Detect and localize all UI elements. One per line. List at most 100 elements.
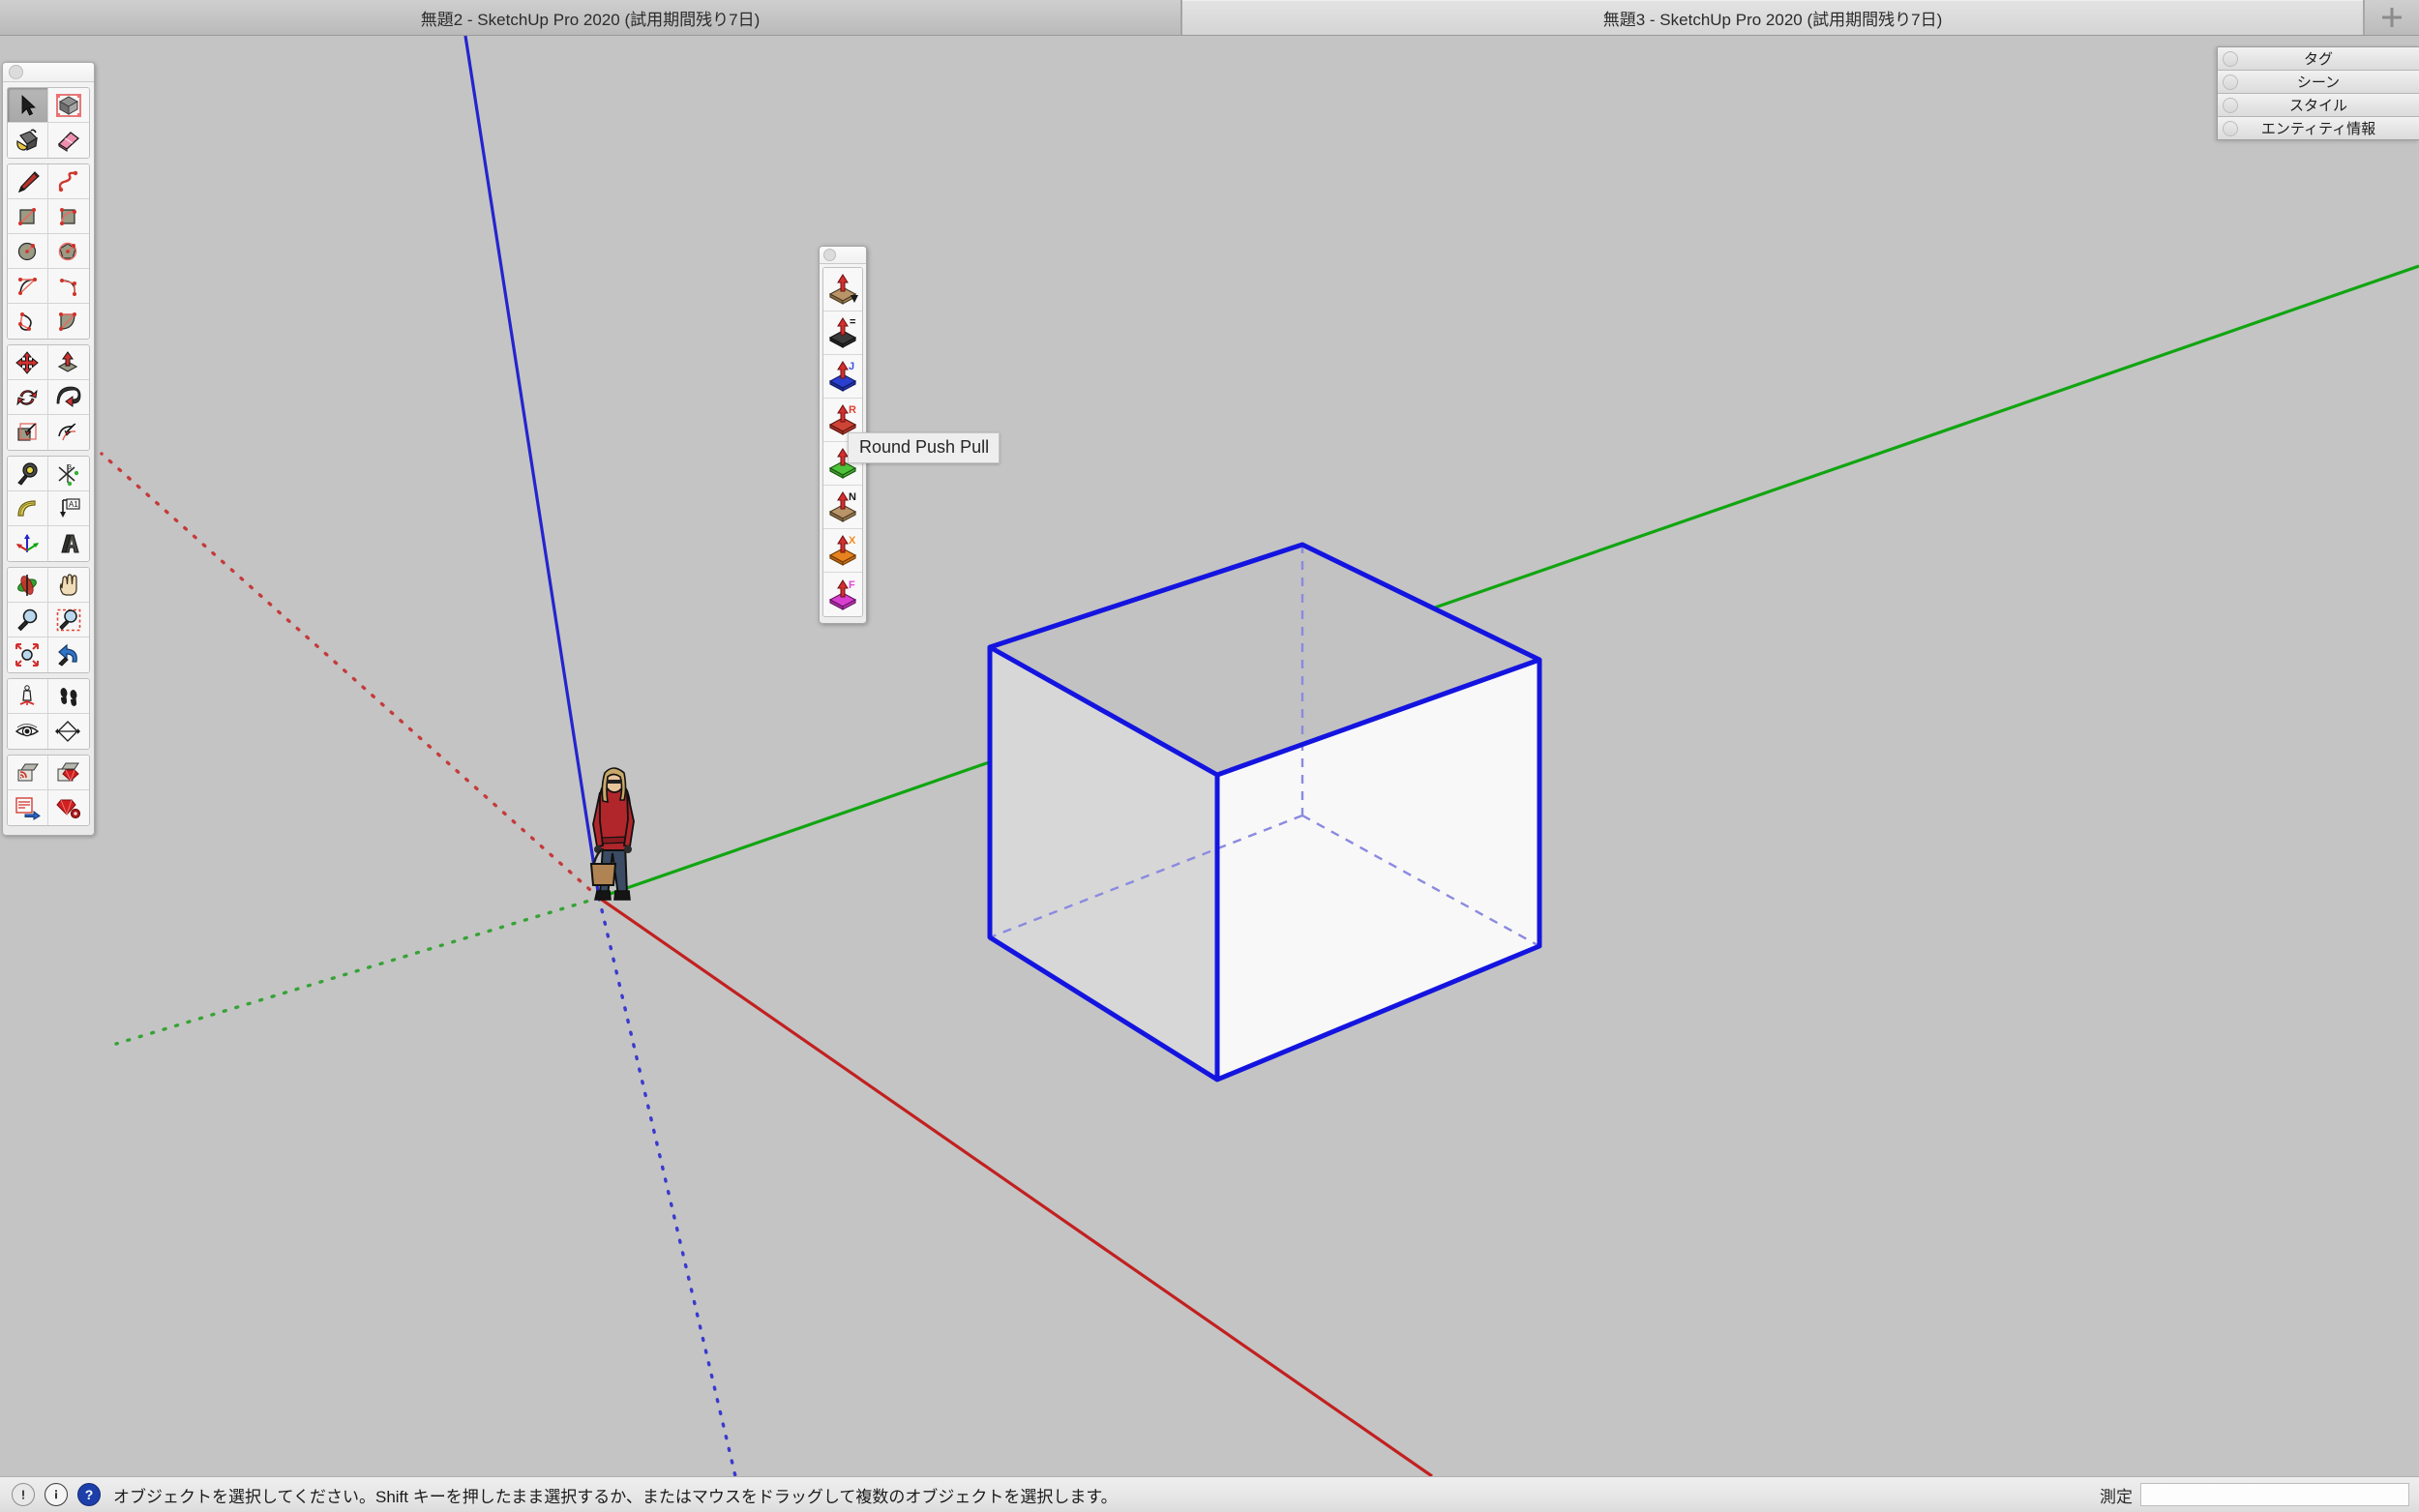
- tool-scale[interactable]: [8, 415, 49, 450]
- rotate-icon: [15, 389, 38, 405]
- toolbar-group-modification: [7, 344, 90, 451]
- jpp-round-icon: R: [828, 404, 857, 435]
- default-tray[interactable]: タグ シーン スタイル エンティティ情報: [2217, 46, 2419, 140]
- tool-rotate[interactable]: [8, 380, 49, 415]
- status-message: オブジェクトを選択してください。Shift キーを押したまま選択するか、またはマ…: [113, 1487, 1118, 1506]
- tool-3d-text[interactable]: [48, 526, 89, 561]
- jpp-extrude-button[interactable]: =: [823, 311, 862, 355]
- jpp-normal-icon: N: [828, 491, 857, 522]
- toolbar-group-construction: 3 A1: [7, 456, 90, 562]
- tool-ruby-extension[interactable]: [48, 756, 89, 790]
- tool-follow-me[interactable]: [48, 380, 89, 415]
- window-tab-1[interactable]: 無題2 - SketchUp Pro 2020 (試用期間残り7日): [0, 0, 1180, 35]
- axes-cross-icon: 3: [58, 463, 79, 486]
- tool-axes[interactable]: [8, 526, 49, 561]
- zoom-window-icon: [56, 608, 81, 631]
- jpp-normal-button[interactable]: N: [823, 486, 862, 529]
- jpp-follow-button[interactable]: F: [823, 573, 862, 616]
- tool-make-component[interactable]: [48, 88, 89, 123]
- tray-panel-scenes-label: シーン: [2296, 74, 2341, 91]
- jpp-toolbar-grip-handle[interactable]: [820, 247, 866, 264]
- jpp-interactive-icon: [828, 274, 858, 305]
- tool-circle[interactable]: [8, 234, 49, 269]
- toolbar-grip-handle[interactable]: [3, 63, 94, 82]
- jpp-interactive-button[interactable]: [823, 268, 862, 311]
- tool-two-point-arc[interactable]: [48, 269, 89, 304]
- info-circle-icon[interactable]: [45, 1483, 68, 1506]
- tool-zoom-extents[interactable]: [8, 637, 49, 672]
- tool-position-camera[interactable]: [8, 679, 49, 714]
- tray-panel-tags[interactable]: タグ: [2218, 47, 2419, 71]
- tool-dimension[interactable]: A1: [48, 491, 89, 526]
- help-circle-icon[interactable]: [12, 1483, 35, 1506]
- tool-pie[interactable]: [48, 304, 89, 339]
- exclamation-glyph: [22, 1490, 24, 1499]
- tool-arc[interactable]: [8, 269, 49, 304]
- window-tab-1-title: 無題2 - SketchUp Pro 2020 (試用期間残り7日): [420, 10, 761, 29]
- measurements-label: 測定: [2100, 1487, 2133, 1506]
- tool-extension-warehouse[interactable]: [8, 756, 49, 790]
- follow-me-icon: [56, 386, 81, 407]
- status-bar: ? オブジェクトを選択してください。Shift キーを押したまま選択するか、また…: [0, 1476, 2419, 1512]
- tool-rotated-rectangle[interactable]: [48, 199, 89, 234]
- tool-freehand[interactable]: [48, 164, 89, 199]
- tool-eraser[interactable]: [48, 123, 89, 158]
- expand-toggle-icon[interactable]: [2223, 74, 2238, 90]
- svg-text:3: 3: [68, 464, 72, 471]
- jpp-extrude-edges-button[interactable]: X: [823, 529, 862, 573]
- tool-line[interactable]: [8, 164, 49, 199]
- polygon-icon: [58, 242, 77, 260]
- arc-icon: [17, 277, 37, 295]
- tool-move[interactable]: [8, 345, 49, 380]
- large-tool-set-toolbar[interactable]: 3 A1: [2, 62, 95, 836]
- tool-extension-manager[interactable]: [48, 790, 89, 825]
- window-tab-2-title: 無題3 - SketchUp Pro 2020 (試用期間残り7日): [1602, 10, 1943, 29]
- tray-panel-entity-info-label: エンティティ情報: [2260, 121, 2376, 137]
- ruby-gear-icon: [56, 799, 81, 819]
- tool-orbit[interactable]: [8, 568, 49, 603]
- tool-protractor[interactable]: [8, 491, 49, 526]
- dimension-icon: A1: [60, 497, 80, 518]
- two-point-arc-icon: [60, 278, 76, 296]
- grip-dot-icon: [823, 249, 836, 261]
- tool-zoom-window[interactable]: [48, 603, 89, 637]
- tool-polygon[interactable]: [48, 234, 89, 269]
- tool-push-pull[interactable]: [48, 345, 89, 380]
- tray-panel-scenes[interactable]: シーン: [2218, 71, 2419, 94]
- new-tab-button[interactable]: [2364, 0, 2419, 35]
- drawing-viewport[interactable]: [0, 36, 2419, 1476]
- expand-toggle-icon[interactable]: [2223, 50, 2238, 67]
- tool-zoom[interactable]: [8, 603, 49, 637]
- jpp-extrude-edges-icon: X: [828, 535, 857, 566]
- jpp-joint-button[interactable]: J: [823, 355, 862, 399]
- tool-walk[interactable]: [48, 679, 89, 714]
- expand-toggle-icon[interactable]: [2223, 120, 2238, 136]
- push-pull-icon: [57, 350, 78, 372]
- rectangle-icon: [17, 207, 36, 225]
- tool-axes-guides[interactable]: 3: [48, 457, 89, 491]
- circle-icon: [17, 242, 36, 260]
- protractor-icon: [16, 499, 36, 517]
- window-tab-2[interactable]: 無題3 - SketchUp Pro 2020 (試用期間残り7日): [1181, 0, 2364, 35]
- question-circle-icon[interactable]: ?: [77, 1483, 101, 1506]
- measurements-input[interactable]: [2140, 1483, 2409, 1506]
- tool-offset[interactable]: [48, 415, 89, 450]
- tool-send-to-layout[interactable]: [8, 790, 49, 825]
- expand-toggle-icon[interactable]: [2223, 97, 2238, 113]
- tray-panel-styles-label: スタイル: [2288, 98, 2347, 114]
- svg-text:F: F: [849, 579, 855, 591]
- tool-pan[interactable]: [48, 568, 89, 603]
- svg-text:=: =: [850, 316, 855, 328]
- tool-previous-view[interactable]: [48, 637, 89, 672]
- tray-panel-styles[interactable]: スタイル: [2218, 94, 2419, 117]
- tool-paint-bucket[interactable]: [8, 123, 49, 158]
- cube-model[interactable]: [987, 542, 1542, 1082]
- tool-rectangle[interactable]: [8, 199, 49, 234]
- tool-look-around[interactable]: [8, 714, 49, 749]
- tool-select[interactable]: [8, 88, 49, 123]
- tool-three-point-arc[interactable]: [8, 304, 49, 339]
- tray-panel-entity-info[interactable]: エンティティ情報: [2218, 117, 2419, 139]
- three-point-arc-icon: [17, 312, 32, 331]
- tool-section-plane[interactable]: [48, 714, 89, 749]
- tool-tape-measure[interactable]: [8, 457, 49, 491]
